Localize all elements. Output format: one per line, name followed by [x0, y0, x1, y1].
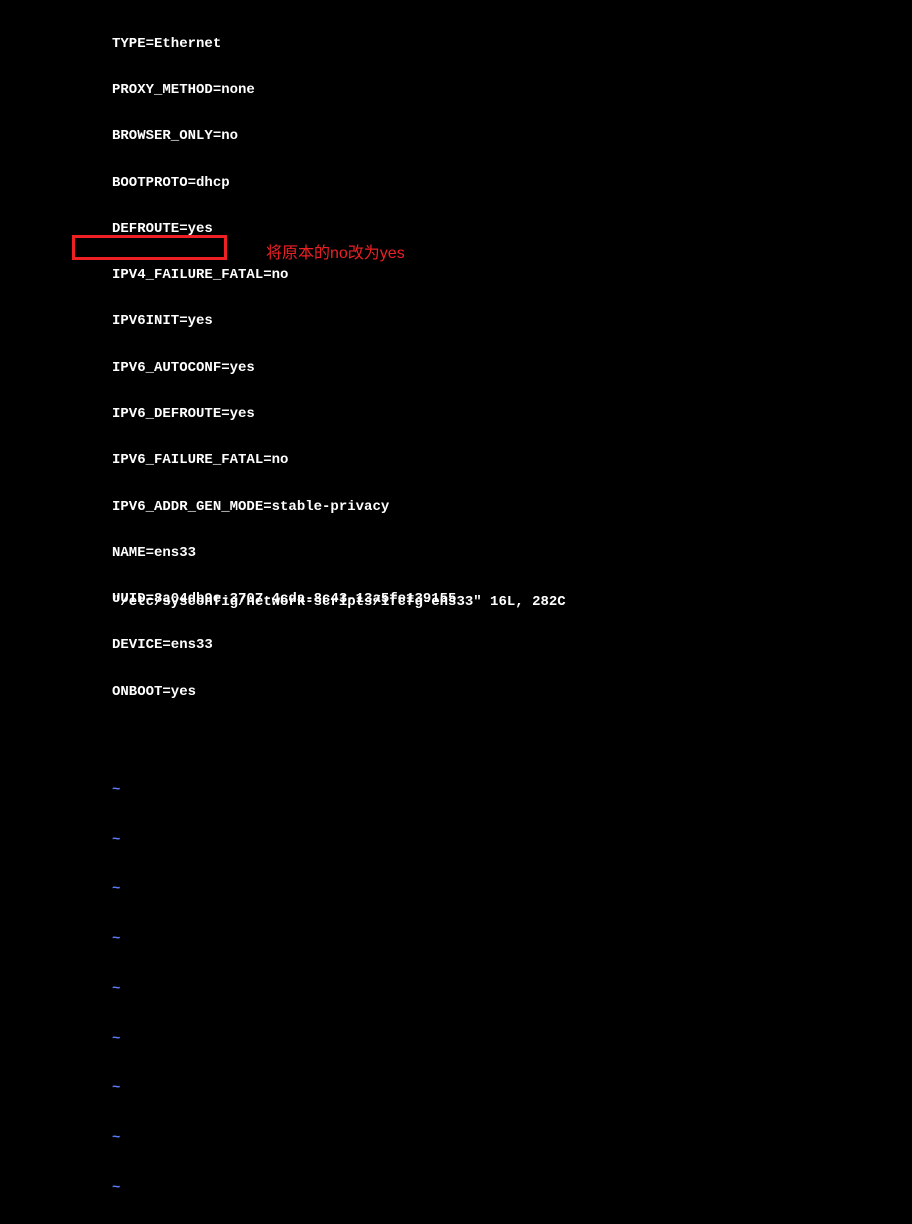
- config-line-ipv6-failure-fatal: IPV6_FAILURE_FATAL=no: [112, 453, 456, 469]
- config-line-ipv6-addr-gen-mode: IPV6_ADDR_GEN_MODE=stable-privacy: [112, 500, 456, 516]
- config-line-bootproto: BOOTPROTO=dhcp: [112, 176, 456, 192]
- config-line-device: DEVICE=ens33: [112, 638, 456, 654]
- vi-tilde-line: ~: [112, 831, 456, 850]
- config-line-ipv4-failure-fatal: IPV4_FAILURE_FATAL=no: [112, 268, 456, 284]
- config-line-name: NAME=ens33: [112, 546, 456, 562]
- vi-tilde-line: ~: [112, 1179, 456, 1198]
- config-line-ipv6-autoconf: IPV6_AUTOCONF=yes: [112, 361, 456, 377]
- config-line-defroute: DEFROUTE=yes: [112, 222, 456, 238]
- vi-tilde-line: ~: [112, 880, 456, 899]
- vi-editor-content[interactable]: TYPE=Ethernet PROXY_METHOD=none BROWSER_…: [112, 6, 456, 1224]
- vi-tilde-line: ~: [112, 930, 456, 949]
- config-line-type: TYPE=Ethernet: [112, 37, 456, 53]
- config-line-ipv6init: IPV6INIT=yes: [112, 314, 456, 330]
- vi-tilde-line: ~: [112, 781, 456, 800]
- config-line-proxy-method: PROXY_METHOD=none: [112, 83, 456, 99]
- vi-tilde-line: ~: [112, 1129, 456, 1148]
- vi-tilde-line: ~: [112, 1079, 456, 1098]
- vi-tilde-line: ~: [112, 980, 456, 999]
- vi-status-line: "/etc/sysconfig/network-scripts/ifcfg-en…: [112, 595, 566, 610]
- config-line-ipv6-defroute: IPV6_DEFROUTE=yes: [112, 407, 456, 423]
- config-line-onboot: ONBOOT=yes: [112, 685, 456, 701]
- config-line-browser-only: BROWSER_ONLY=no: [112, 129, 456, 145]
- vi-tilde-line: ~: [112, 1030, 456, 1049]
